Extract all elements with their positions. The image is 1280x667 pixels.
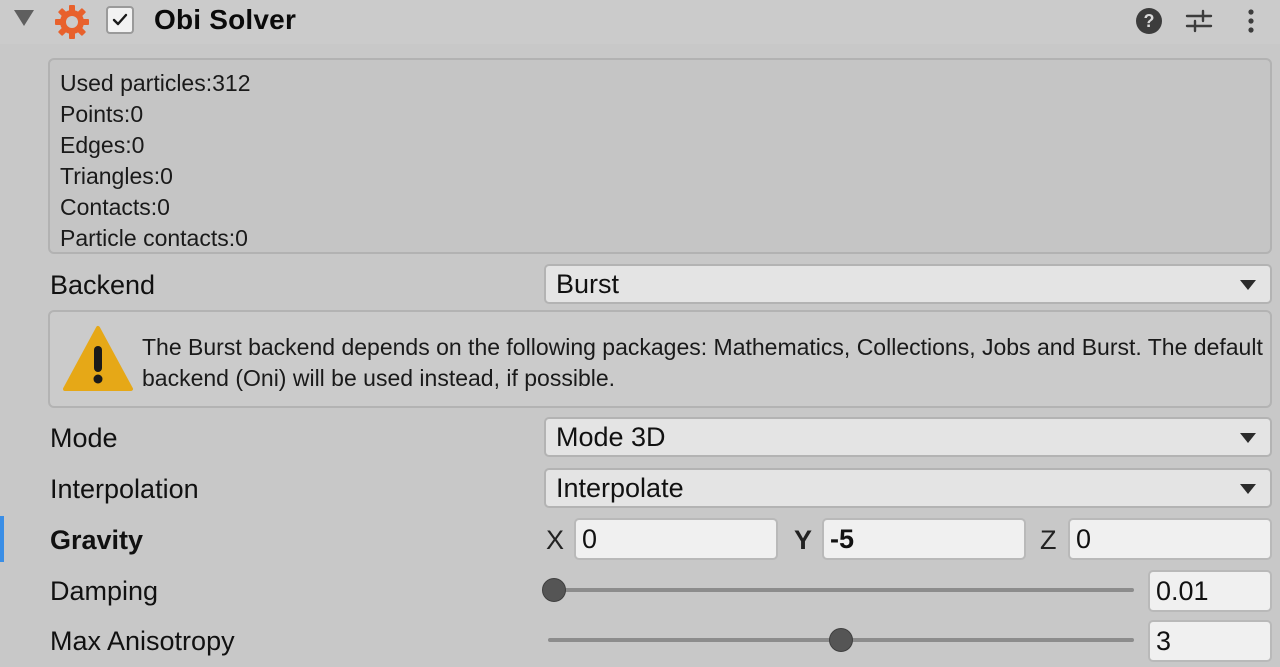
help-icon[interactable]: ? [1134, 6, 1164, 36]
damping-slider-track[interactable] [548, 588, 1134, 592]
gravity-z-label[interactable]: Z [1040, 525, 1057, 556]
component-header[interactable]: Obi Solver ? [0, 0, 1280, 44]
damping-label: Damping [50, 576, 159, 606]
checkmark-icon [112, 13, 128, 26]
interpolation-value: Interpolate [556, 473, 684, 503]
max-anisotropy-slider-thumb[interactable] [829, 628, 853, 652]
chevron-down-icon [1240, 484, 1256, 494]
interpolation-dropdown[interactable]: Interpolate [544, 468, 1272, 508]
backend-value: Burst [556, 269, 620, 299]
chevron-down-icon [1240, 280, 1256, 290]
damping-value: 0.01 [1156, 576, 1209, 606]
mode-label: Mode [50, 423, 118, 453]
gravity-z-value: 0 [1076, 524, 1092, 554]
gear-icon [52, 2, 92, 42]
gravity-z-field[interactable]: 0 [1068, 518, 1272, 560]
svg-text:?: ? [1144, 11, 1155, 31]
info-contacts: Contacts:0 [60, 194, 170, 220]
backend-warning-text: The Burst backend depends on the followi… [142, 334, 1263, 391]
chevron-down-icon [1240, 433, 1256, 443]
info-used-particles: Used particles:312 [60, 70, 251, 96]
backend-label: Backend [50, 270, 156, 300]
enabled-checkbox[interactable] [106, 6, 134, 34]
mode-value: Mode 3D [556, 422, 666, 452]
backend-dropdown[interactable]: Burst [544, 264, 1272, 304]
sliders-icon[interactable] [1184, 6, 1214, 36]
max-anisotropy-label: Max Anisotropy [50, 626, 235, 656]
gravity-y-value: -5 [830, 524, 855, 554]
info-points: Points:0 [60, 101, 144, 127]
stats-info-box: Used particles:312 Points:0 Edges:0 Tria… [48, 58, 1272, 254]
info-triangles: Triangles:0 [60, 163, 173, 189]
gravity-y-label[interactable]: Y [794, 525, 812, 556]
interpolation-label: Interpolation [50, 474, 199, 504]
gravity-x-label[interactable]: X [546, 525, 564, 556]
gravity-x-field[interactable]: 0 [574, 518, 778, 560]
damping-slider-thumb[interactable] [541, 578, 566, 602]
inspector-component: Obi Solver ? Used particles:312 Points:0… [0, 0, 1280, 667]
max-anisotropy-value: 3 [1156, 626, 1172, 656]
info-particle-contacts: Particle contacts:0 [60, 225, 248, 251]
damping-field[interactable]: 0.01 [1148, 570, 1272, 612]
backend-warning-box: The Burst backend depends on the followi… [48, 310, 1272, 408]
warning-icon [62, 324, 134, 394]
mode-dropdown[interactable]: Mode 3D [544, 417, 1272, 457]
info-edges: Edges:0 [60, 132, 145, 158]
gravity-x-value: 0 [582, 524, 598, 554]
gravity-label: Gravity [50, 525, 144, 555]
more-vertical-icon[interactable] [1236, 6, 1266, 36]
component-title: Obi Solver [154, 4, 297, 35]
max-anisotropy-field[interactable]: 3 [1148, 620, 1272, 662]
focus-indicator [0, 516, 4, 562]
foldout-arrow-icon[interactable] [14, 10, 34, 26]
gravity-y-field[interactable]: -5 [822, 518, 1026, 560]
